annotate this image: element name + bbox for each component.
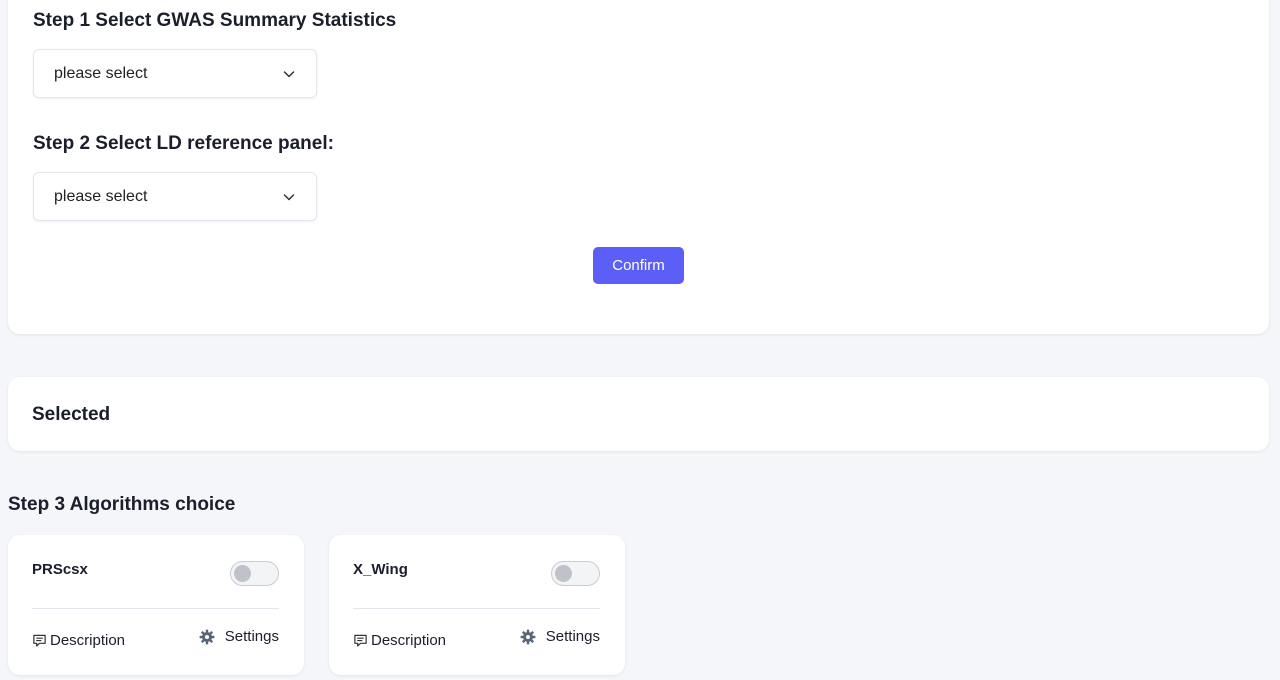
message-icon [33,634,46,647]
toggle-knob [234,565,251,582]
algorithm-card-xwing: X_Wing Description Settings [329,535,625,675]
gear-icon [520,629,536,644]
toggle-knob [555,565,572,582]
description-link[interactable]: Description [353,632,446,649]
algorithm-toggle[interactable] [230,561,279,586]
chevron-down-icon [283,70,295,77]
settings-label: Settings [545,628,600,645]
description-link[interactable]: Description [32,632,125,649]
algorithm-name: PRScsx [32,561,88,578]
confirm-button[interactable]: Confirm [593,247,684,284]
selected-card [8,377,1269,451]
gwas-select[interactable]: please select [33,49,317,98]
divider [32,608,279,609]
algorithm-card-prscsx: PRScsx Description Settings [8,535,304,675]
description-label: Description [371,632,447,649]
step2-title: Step 2 Select LD reference panel: [33,133,334,154]
ld-panel-select[interactable]: please select [33,172,317,221]
ld-panel-select-value: please select [54,187,148,205]
divider [353,608,600,609]
settings-label: Settings [224,628,279,645]
settings-link[interactable]: Settings [520,628,600,645]
description-label: Description [50,632,126,649]
chevron-down-icon [283,193,295,200]
step1-title: Step 1 Select GWAS Summary Statistics [33,10,397,31]
gear-icon [199,629,215,644]
gwas-select-value: please select [54,64,148,82]
message-icon [354,634,367,647]
algorithm-toggle[interactable] [551,561,600,586]
selected-title: Selected [32,404,111,425]
settings-link[interactable]: Settings [199,628,279,645]
step3-title: Step 3 Algorithms choice [8,494,236,515]
algorithm-name: X_Wing [353,561,408,578]
